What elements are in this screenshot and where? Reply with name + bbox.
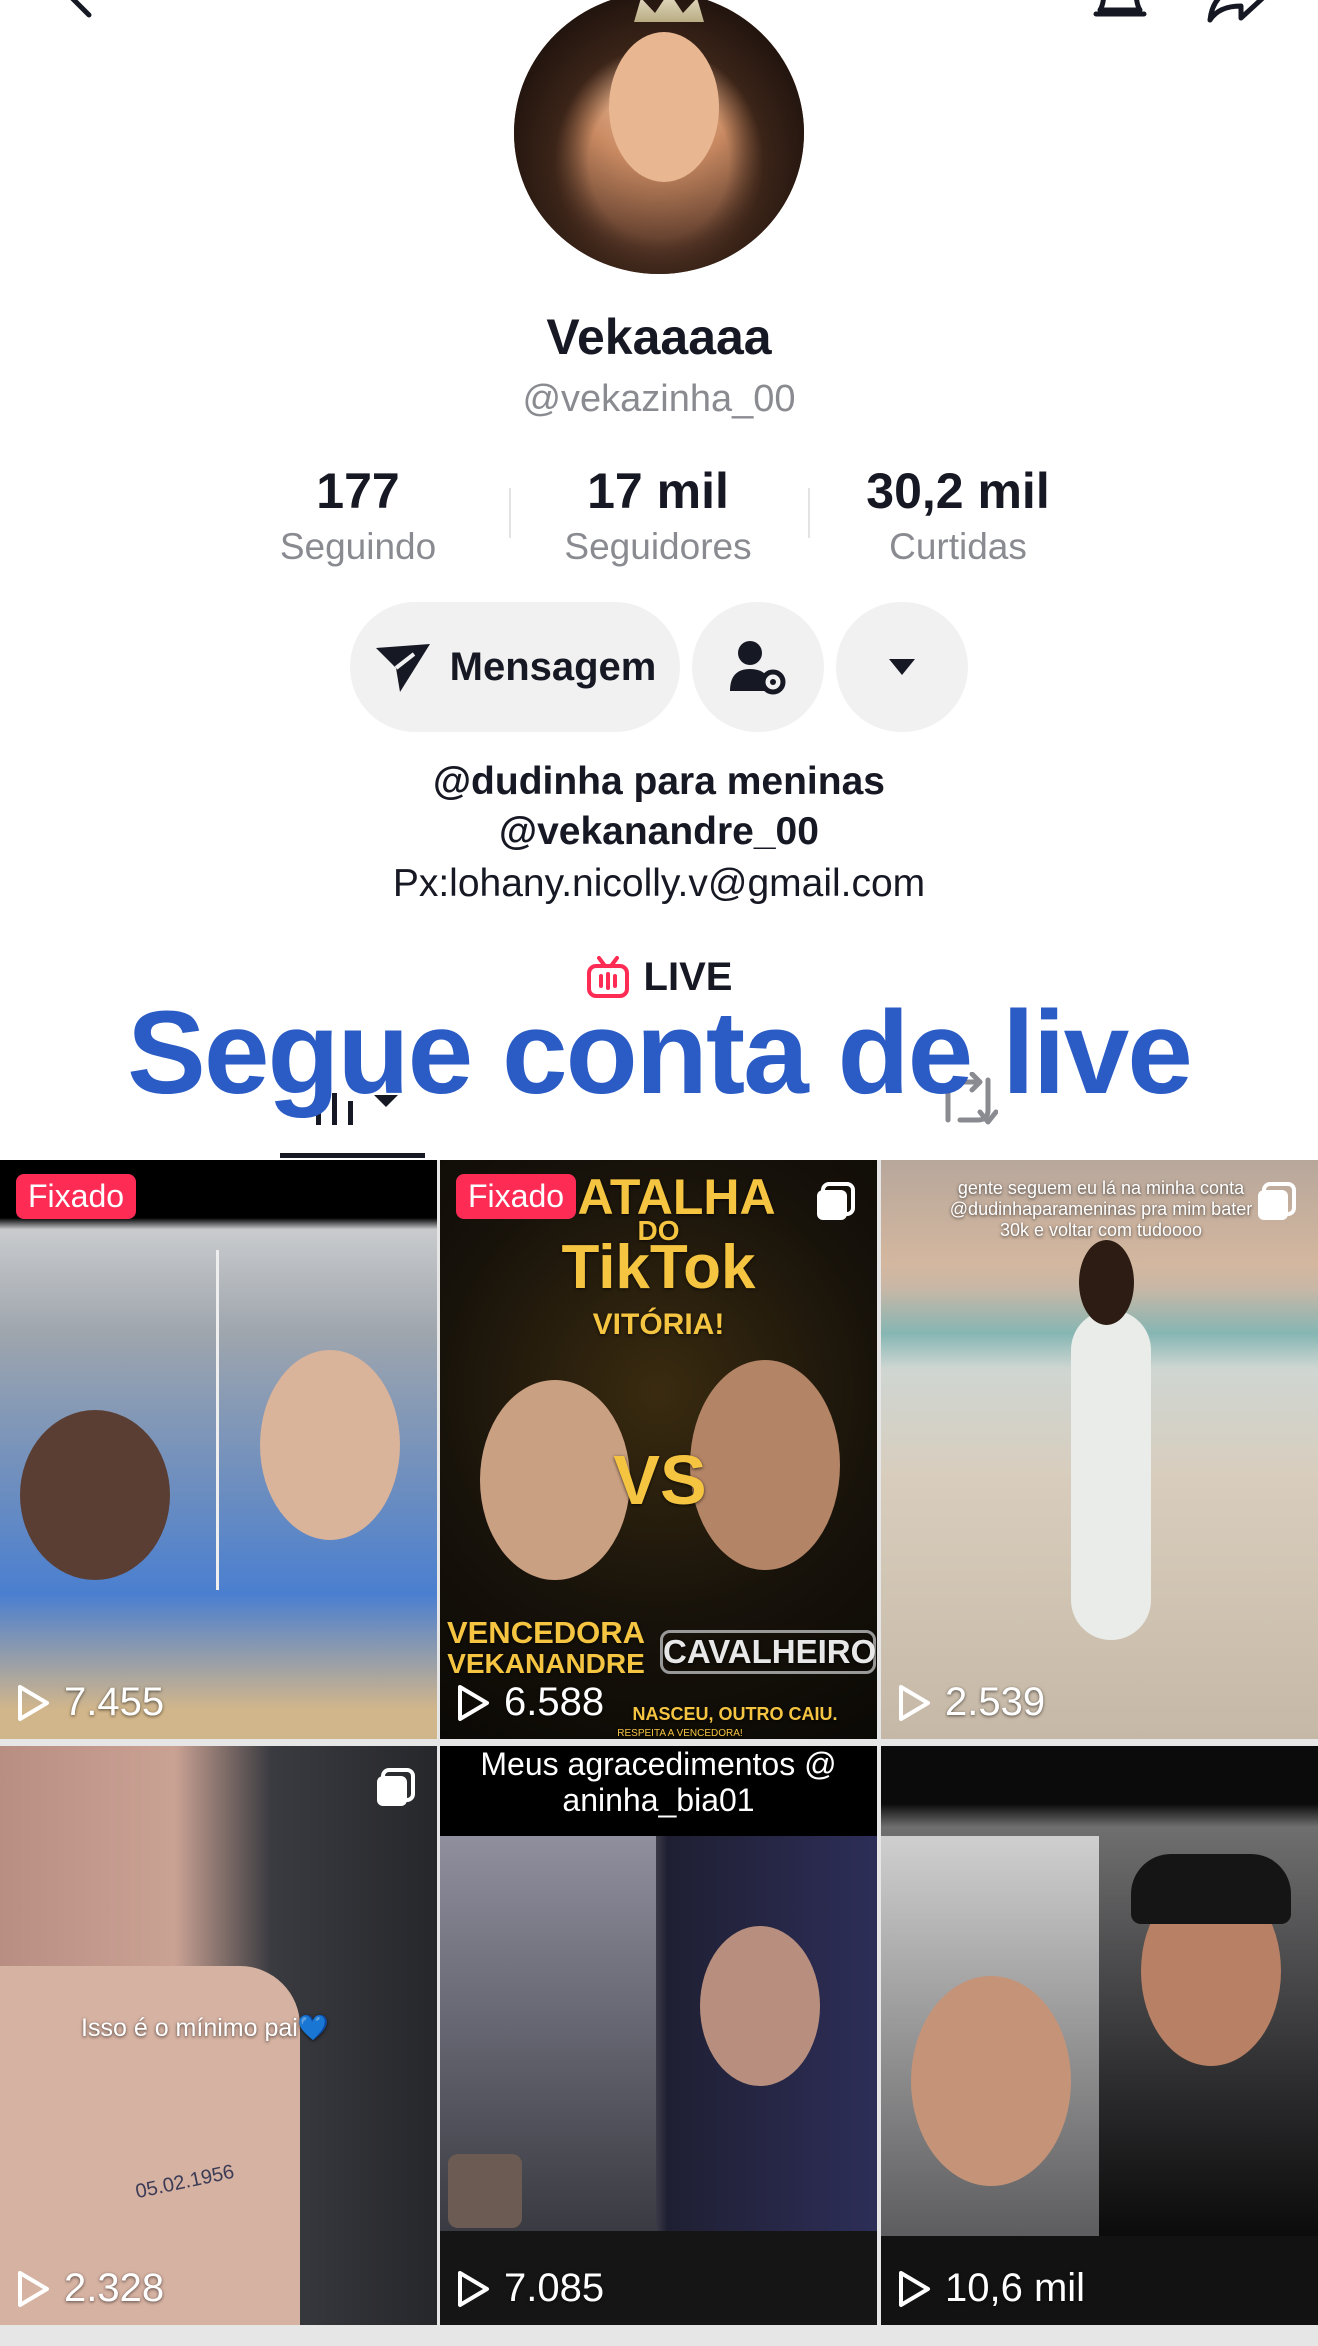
avatar[interactable] — [514, 0, 804, 274]
battle-footer: NASCEU, OUTRO CAIU. — [632, 1704, 838, 1724]
face-shape — [700, 1926, 820, 2086]
video-thumbnail[interactable]: 10,6 mil — [881, 1746, 1318, 2325]
stat-divider — [509, 488, 511, 538]
back-arrow-icon[interactable] — [55, 0, 105, 20]
stat-followers[interactable]: 17 mil Seguidores — [538, 462, 778, 568]
face-shape — [260, 1350, 400, 1540]
stat-divider — [808, 488, 810, 538]
loser-name: CAVALHEIRO — [660, 1630, 876, 1674]
versus-label: VS — [613, 1441, 707, 1519]
play-icon — [18, 2270, 49, 2307]
battle-brand: TikTok — [561, 1233, 756, 1302]
more-options-button[interactable] — [836, 602, 968, 732]
live-account-banner: Segue conta de live — [127, 987, 1193, 1119]
video-caption: Isso é o mínimo pai💙 — [81, 2014, 329, 2042]
multi-image-icon — [817, 1182, 855, 1220]
stat-likes-value: 30,2 mil — [866, 463, 1050, 519]
avatar-face — [609, 32, 719, 182]
person-shape — [1071, 1310, 1151, 1640]
message-button-label: Mensagem — [449, 644, 657, 689]
view-count-value: 2.328 — [64, 2266, 165, 2310]
display-name: Vekaaaaa — [546, 309, 772, 365]
active-tab-indicator — [280, 1153, 425, 1158]
video-thumbnail[interactable]: Isso é o mínimo pai💙 05.02.1956 2.328 — [0, 1746, 437, 2325]
paper-plane-icon — [375, 644, 430, 692]
view-count: 7.085 — [456, 2266, 604, 2311]
view-count-value: 10,6 mil — [945, 2266, 1086, 2310]
winner-name: VEKANANDRE — [447, 1648, 645, 1679]
view-count-value: 7.455 — [64, 1680, 165, 1724]
stat-following[interactable]: 177 Seguindo — [238, 462, 478, 568]
split-divider — [216, 1250, 219, 1590]
view-count: 10,6 mil — [897, 2266, 1085, 2311]
cap-shape — [1131, 1854, 1291, 1924]
video-caption: Meus agracedimentos @ aninha_bia01 — [480, 1746, 837, 1818]
face-shape — [911, 1976, 1071, 2186]
username: @vekazinha_00 — [522, 378, 796, 420]
video-thumbnail[interactable]: Fixado 7.455 — [0, 1160, 437, 1739]
play-icon — [899, 1684, 930, 1721]
view-count: 2.328 — [16, 2266, 164, 2311]
winner-label: VENCEDORA — [446, 1615, 646, 1650]
video-thumbnail[interactable]: gente seguem eu lá na minha conta @dudin… — [881, 1160, 1318, 1739]
crown-decoration — [634, 0, 704, 22]
view-count: 2.539 — [897, 1680, 1045, 1725]
play-icon — [458, 1684, 489, 1721]
message-button[interactable]: Mensagem — [350, 602, 680, 732]
stat-followers-label: Seguidores — [564, 526, 752, 567]
view-count-value: 6.588 — [504, 1680, 605, 1724]
add-friend-button[interactable] — [692, 602, 824, 732]
view-count-value: 7.085 — [504, 2266, 605, 2310]
view-count: 7.455 — [16, 1680, 164, 1725]
stat-likes[interactable]: 30,2 mil Curtidas — [838, 462, 1078, 568]
play-icon — [899, 2270, 930, 2307]
video-caption: gente seguem eu lá na minha conta @dudin… — [949, 1178, 1253, 1240]
view-count: 6.588 — [456, 1680, 604, 1725]
bio-line: @dudinha para meninas — [433, 760, 885, 803]
stat-likes-label: Curtidas — [889, 526, 1027, 567]
battle-footer-small: RESPEITA A VENCEDORA! — [617, 1728, 743, 1739]
bell-icon[interactable] — [1090, 0, 1150, 25]
caret-down-icon — [889, 659, 915, 675]
bio-line: @vekanandre_00 — [499, 810, 819, 853]
battle-victory: VITÓRIA! — [592, 1308, 725, 1341]
person-head — [1079, 1240, 1134, 1325]
multi-image-icon — [1258, 1182, 1296, 1220]
multi-image-icon — [377, 1768, 415, 1806]
sticker-thumbnail — [448, 2154, 522, 2228]
play-icon — [458, 2270, 489, 2307]
video-thumbnail[interactable]: Meus agracedimentos @ aninha_bia01 7.085 — [440, 1746, 877, 2325]
bio-line: Px:lohany.nicolly.v@gmail.com — [392, 862, 926, 905]
pinned-badge: Fixado — [16, 1174, 137, 1219]
stat-following-value: 177 — [316, 463, 400, 519]
share-icon[interactable] — [1205, 0, 1270, 25]
stat-following-label: Seguindo — [279, 526, 437, 567]
play-icon — [18, 1684, 49, 1721]
stat-followers-value: 17 mil — [587, 463, 729, 519]
face-shape — [20, 1410, 170, 1580]
video-grid: Fixado 7.455 BATALHA DO TikTok VITÓRIA! … — [0, 1160, 1318, 2346]
view-count-value: 2.539 — [945, 1680, 1046, 1724]
pinned-badge: Fixado — [456, 1174, 577, 1219]
video-thumbnail[interactable]: BATALHA DO TikTok VITÓRIA! VS VENCEDORA … — [440, 1160, 877, 1739]
user-gear-icon — [730, 641, 786, 695]
